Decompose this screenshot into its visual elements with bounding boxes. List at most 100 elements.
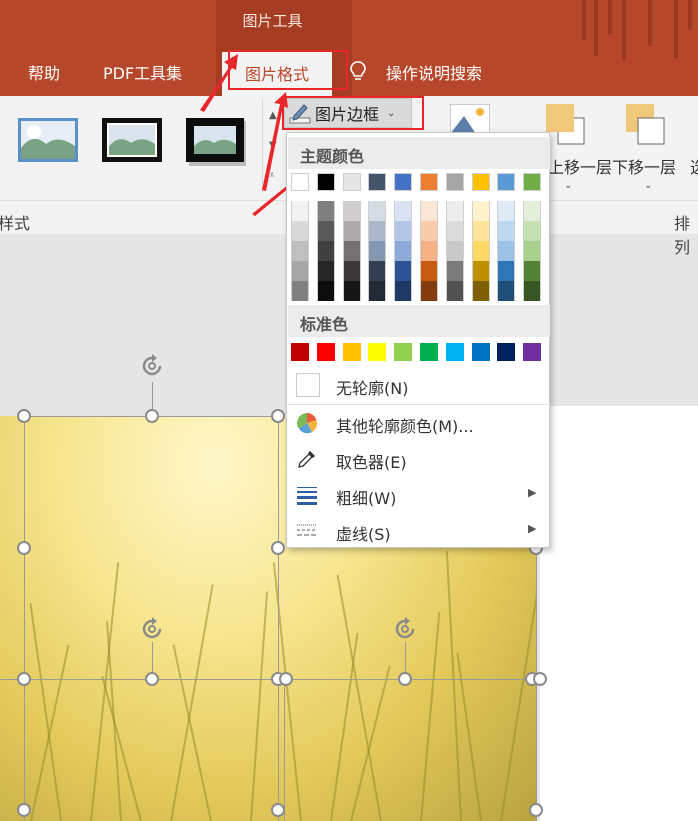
theme-color-swatch[interactable] xyxy=(497,201,516,221)
send-backward-label[interactable]: 下移一层 xyxy=(612,154,676,178)
theme-color-swatch[interactable] xyxy=(316,261,335,281)
theme-color-swatch[interactable] xyxy=(316,281,335,301)
theme-color-swatch[interactable] xyxy=(420,173,438,191)
theme-color-swatch[interactable] xyxy=(497,173,516,191)
theme-color-swatch[interactable] xyxy=(394,201,413,221)
theme-color-swatch[interactable] xyxy=(394,281,413,301)
theme-color-swatch[interactable] xyxy=(445,261,464,281)
theme-color-swatch[interactable] xyxy=(342,221,361,241)
send-backward-icon[interactable] xyxy=(624,102,666,146)
theme-color-swatch[interactable] xyxy=(445,281,464,301)
standard-color-swatch[interactable] xyxy=(497,343,516,361)
theme-color-swatch[interactable] xyxy=(497,261,516,281)
theme-color-swatch[interactable] xyxy=(523,173,542,191)
dashes-item[interactable]: 虚线(S) ▶ xyxy=(288,514,550,548)
theme-color-swatch[interactable] xyxy=(291,281,309,301)
standard-color-swatch[interactable] xyxy=(368,343,387,361)
theme-color-swatch[interactable] xyxy=(445,221,464,241)
theme-color-swatch[interactable] xyxy=(420,221,438,241)
theme-color-swatch[interactable] xyxy=(497,221,516,241)
standard-color-swatch[interactable] xyxy=(420,343,438,361)
resize-handle[interactable] xyxy=(398,672,412,686)
theme-color-swatch[interactable] xyxy=(368,201,387,221)
selection-pane-label-partial[interactable]: 选 xyxy=(690,154,698,178)
theme-color-swatch[interactable] xyxy=(291,201,309,221)
standard-color-swatch[interactable] xyxy=(394,343,413,361)
standard-color-swatch[interactable] xyxy=(316,343,335,361)
eyedropper-item[interactable]: 取色器(E) xyxy=(288,442,550,476)
theme-color-swatch[interactable] xyxy=(471,221,490,241)
bring-forward-label[interactable]: 上移一层 xyxy=(548,154,612,178)
theme-color-swatch[interactable] xyxy=(368,281,387,301)
standard-color-swatch[interactable] xyxy=(523,343,542,361)
theme-color-swatch[interactable] xyxy=(523,281,542,301)
resize-handle[interactable] xyxy=(17,803,31,817)
theme-color-swatch[interactable] xyxy=(342,261,361,281)
tab-tell-me-search[interactable]: 操作说明搜索 xyxy=(386,60,482,84)
resize-handle[interactable] xyxy=(145,672,159,686)
theme-color-swatch[interactable] xyxy=(291,173,309,191)
theme-color-swatch[interactable] xyxy=(471,173,490,191)
theme-color-swatch[interactable] xyxy=(523,261,542,281)
theme-color-swatch[interactable] xyxy=(291,261,309,281)
theme-color-swatch[interactable] xyxy=(368,241,387,261)
theme-color-swatch[interactable] xyxy=(368,221,387,241)
more-outline-colors-item[interactable]: 其他轮廓颜色(M)... xyxy=(288,406,550,440)
resize-handle[interactable] xyxy=(271,541,285,555)
standard-color-swatch[interactable] xyxy=(342,343,361,361)
theme-color-swatch[interactable] xyxy=(316,201,335,221)
tab-pdf-tools[interactable]: PDF工具集 xyxy=(103,60,182,84)
theme-color-swatch[interactable] xyxy=(471,201,490,221)
resize-handle[interactable] xyxy=(17,541,31,555)
bring-forward-chevron-icon[interactable]: ⌄ xyxy=(564,180,572,191)
theme-color-swatch[interactable] xyxy=(420,261,438,281)
theme-color-swatch[interactable] xyxy=(394,221,413,241)
weight-item[interactable]: 粗细(W) ▶ xyxy=(288,478,550,512)
theme-color-swatch[interactable] xyxy=(420,281,438,301)
send-backward-chevron-icon[interactable]: ⌄ xyxy=(644,180,652,191)
theme-color-swatch[interactable] xyxy=(394,173,413,191)
standard-color-swatch[interactable] xyxy=(445,343,464,361)
resize-handle[interactable] xyxy=(279,672,293,686)
theme-color-swatch[interactable] xyxy=(316,173,335,191)
theme-color-swatch[interactable] xyxy=(523,201,542,221)
theme-color-swatch[interactable] xyxy=(342,281,361,301)
resize-handle[interactable] xyxy=(271,803,285,817)
theme-color-swatch[interactable] xyxy=(342,201,361,221)
theme-color-swatch[interactable] xyxy=(291,241,309,261)
theme-color-swatch[interactable] xyxy=(523,241,542,261)
standard-color-swatch[interactable] xyxy=(471,343,490,361)
theme-color-swatch[interactable] xyxy=(394,241,413,261)
theme-color-swatch[interactable] xyxy=(342,173,361,191)
resize-handle[interactable] xyxy=(17,409,31,423)
theme-color-swatch[interactable] xyxy=(445,173,464,191)
theme-color-swatch[interactable] xyxy=(497,241,516,261)
theme-color-swatch[interactable] xyxy=(445,241,464,261)
resize-handle[interactable] xyxy=(529,803,543,817)
resize-handle[interactable] xyxy=(17,672,31,686)
no-outline-item[interactable]: 无轮廓(N) xyxy=(288,368,550,402)
tab-help[interactable]: 帮助 xyxy=(28,60,60,84)
picture-effects-icon[interactable] xyxy=(450,104,490,134)
picture-style-thumb-2[interactable] xyxy=(102,118,162,162)
theme-color-swatch[interactable] xyxy=(523,221,542,241)
theme-color-swatch[interactable] xyxy=(471,241,490,261)
theme-color-swatch[interactable] xyxy=(471,261,490,281)
theme-color-swatch[interactable] xyxy=(471,281,490,301)
theme-color-swatch[interactable] xyxy=(316,221,335,241)
theme-color-swatch[interactable] xyxy=(394,261,413,281)
theme-color-swatch[interactable] xyxy=(368,173,387,191)
theme-color-swatch[interactable] xyxy=(420,201,438,221)
picture-style-thumb-1[interactable] xyxy=(18,118,78,162)
rotate-handle-icon[interactable] xyxy=(139,616,165,642)
theme-color-swatch[interactable] xyxy=(316,241,335,261)
theme-color-swatch[interactable] xyxy=(368,261,387,281)
resize-handle[interactable] xyxy=(145,409,159,423)
theme-color-swatch[interactable] xyxy=(291,221,309,241)
resize-handle[interactable] xyxy=(271,409,285,423)
theme-color-swatch[interactable] xyxy=(342,241,361,261)
rotate-handle-icon[interactable] xyxy=(392,616,418,642)
theme-color-swatch[interactable] xyxy=(497,281,516,301)
theme-color-swatch[interactable] xyxy=(420,241,438,261)
standard-color-swatch[interactable] xyxy=(291,343,309,361)
